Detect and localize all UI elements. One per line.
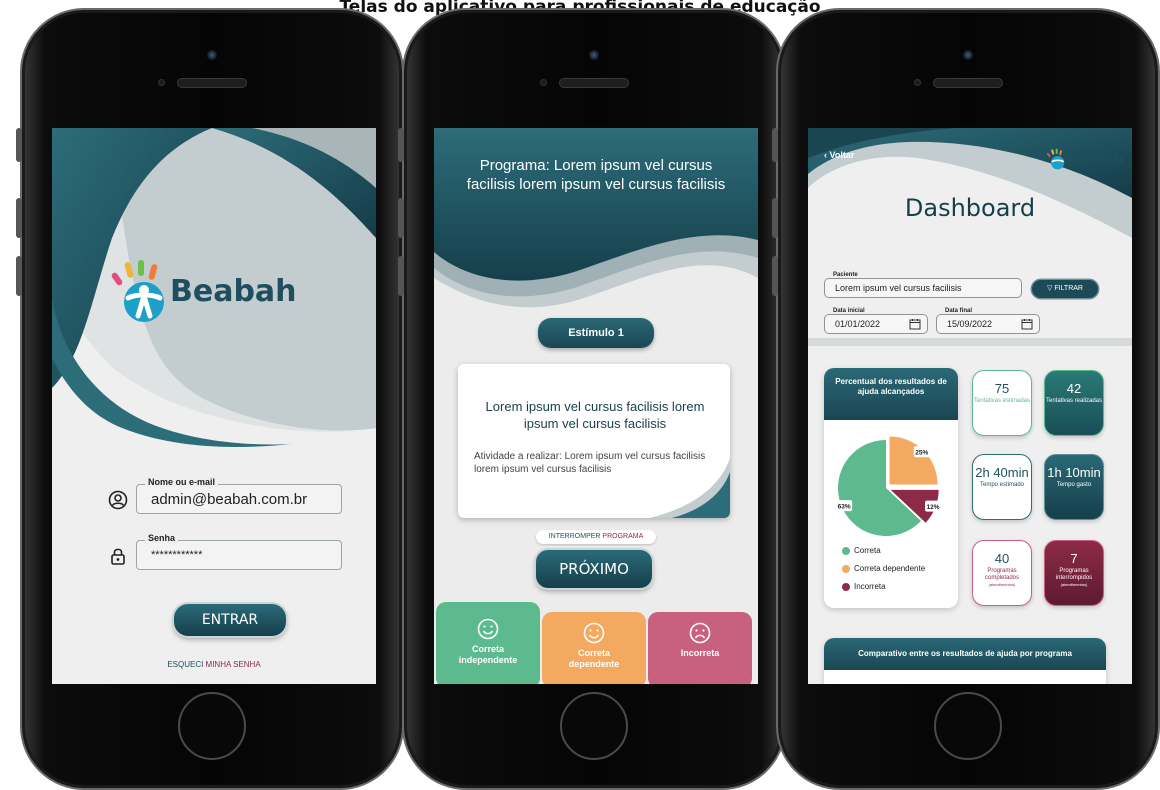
- start-date-value: 01/01/2022: [835, 319, 881, 329]
- brand-name: Beabah: [170, 273, 297, 309]
- answer-correct-dependent-button[interactable]: Correta dependente: [542, 612, 646, 684]
- legend-item: Correta: [842, 546, 881, 555]
- patient-field[interactable]: Paciente Lorem ipsum vel cursus facilisi…: [824, 272, 1022, 298]
- help-results-chart-panel: Percentual dos resultados de ajuda alcan…: [824, 368, 958, 608]
- earpiece-speaker: [559, 78, 629, 88]
- earpiece-speaker: [933, 78, 1003, 88]
- home-button[interactable]: [934, 692, 1002, 760]
- end-date-value: 15/09/2022: [947, 319, 993, 329]
- activity-heading: Lorem ipsum vel cursus facilisis lorem i…: [485, 399, 705, 431]
- username-field[interactable]: Nome ou e-mail admin@beabah.com.br: [136, 477, 342, 514]
- smile-face-icon: [583, 622, 605, 644]
- phone-frame-dashboard: ‹ Voltar Beabah Dashboard Paciente Lorem…: [772, 8, 1160, 790]
- pie-slice-correta-dependente: [889, 436, 938, 485]
- beabah-mascot-icon: [111, 260, 164, 322]
- pie-data-label: 12%: [925, 500, 942, 512]
- stat-estimated-time: 2h 40min Tempo estimado: [972, 454, 1032, 520]
- program-screen: Programa: Lorem ipsum vel cursus facilis…: [434, 128, 758, 684]
- beabah-mascot-icon: [1046, 148, 1065, 170]
- program-title: Programa: Lorem ipsum vel cursus facilis…: [466, 157, 726, 193]
- stat-interrupted-programs: 7 Programas interrompidos (atendimentos): [1044, 540, 1104, 606]
- help-results-pie-chart: 25% 12% 63%: [836, 436, 942, 536]
- comparison-title: Comparativo entre os resultados de ajuda…: [824, 638, 1106, 670]
- svg-text:12%: 12%: [927, 504, 940, 511]
- legend-swatch: [842, 564, 850, 573]
- calendar-icon[interactable]: [1021, 318, 1033, 330]
- sad-face-icon: [689, 622, 711, 644]
- beabah-logo-small: Beabah: [1044, 148, 1123, 170]
- smile-face-icon: [477, 618, 499, 640]
- answer-incorrect-button[interactable]: Incorreta: [648, 612, 752, 684]
- lock-icon: [108, 546, 128, 566]
- chart-title: Percentual dos resultados de ajuda alcan…: [824, 368, 958, 420]
- svg-text:25%: 25%: [915, 450, 928, 457]
- front-camera: [207, 50, 217, 60]
- patient-value: Lorem ipsum vel cursus facilisis: [835, 283, 962, 293]
- pie-data-label: 25%: [913, 446, 930, 458]
- answer-correct-independent-button[interactable]: Correta independente: [436, 602, 540, 684]
- dashboard-title: Dashboard: [904, 194, 1036, 222]
- earpiece-speaker: [177, 78, 247, 88]
- username-value: admin@beabah.com.br: [151, 491, 308, 508]
- calendar-icon[interactable]: [909, 318, 921, 330]
- stimulus-badge: Estímulo 1: [538, 318, 654, 348]
- legend-item: Incorreta: [842, 582, 886, 591]
- start-date-label: Data inicial: [831, 308, 867, 314]
- legend-swatch: [842, 546, 850, 555]
- beabah-logo: Beabah: [104, 258, 297, 324]
- legend-item: Correta dependente: [842, 564, 925, 573]
- next-button[interactable]: PRÓXIMO: [536, 550, 652, 588]
- stat-spent-time: 1h 10min Tempo gasto: [1044, 454, 1104, 520]
- interrupt-program-link[interactable]: INTERROMPER PROGRAMA: [536, 530, 656, 544]
- login-button[interactable]: ENTRAR: [174, 604, 286, 636]
- filter-button[interactable]: ▽ FILTRAR: [1032, 280, 1098, 298]
- stat-estimated-attempts: 75 Tentativas estimadas: [972, 370, 1032, 436]
- dashboard-screen: ‹ Voltar Beabah Dashboard Paciente Lorem…: [808, 128, 1132, 684]
- comparison-panel: Comparativo entre os resultados de ajuda…: [824, 638, 1106, 684]
- legend-swatch: [842, 582, 850, 591]
- phone-frame-program: Programa: Lorem ipsum vel cursus facilis…: [398, 8, 786, 790]
- password-field[interactable]: Senha ************: [136, 533, 342, 570]
- stat-performed-attempts: 42 Tentativas realizadas: [1044, 370, 1104, 436]
- phone-frame-login: Beabah Nome ou e-mail admin@beabah.com.b…: [16, 8, 404, 790]
- login-wave-background: [52, 128, 376, 684]
- forgot-password-link[interactable]: ESQUECI MINHA SENHA: [134, 660, 294, 669]
- home-button[interactable]: [560, 692, 628, 760]
- username-label: Nome ou e-mail: [145, 477, 219, 487]
- end-date-field[interactable]: Data final 15/09/2022: [936, 308, 1040, 334]
- card-corner-wave: [650, 458, 730, 518]
- end-date-label: Data final: [943, 308, 975, 314]
- home-button[interactable]: [178, 692, 246, 760]
- front-camera: [589, 50, 599, 60]
- brand-name: Beabah: [1068, 151, 1123, 167]
- pie-data-label: 63%: [836, 500, 853, 512]
- stat-completed-programs: 40 Programas completados (atendimentos): [972, 540, 1032, 606]
- back-button[interactable]: ‹ Voltar: [824, 150, 854, 160]
- password-label: Senha: [145, 533, 179, 543]
- activity-card: Lorem ipsum vel cursus facilisis lorem i…: [458, 364, 730, 518]
- patient-label: Paciente: [831, 272, 860, 278]
- svg-text:63%: 63%: [838, 504, 851, 511]
- user-icon: [108, 490, 128, 510]
- start-date-field[interactable]: Data inicial 01/01/2022: [824, 308, 928, 334]
- front-camera: [963, 50, 973, 60]
- login-screen: Beabah Nome ou e-mail admin@beabah.com.b…: [52, 128, 376, 684]
- password-value: ************: [151, 549, 203, 561]
